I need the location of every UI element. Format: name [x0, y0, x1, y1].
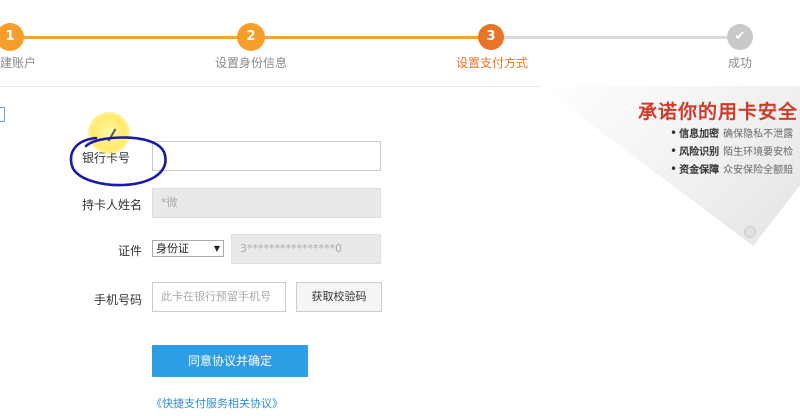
agreement-link[interactable]: 《快捷支付服务相关协议》: [151, 395, 283, 411]
check-icon: ✔: [727, 24, 753, 50]
promo-item: • 信息加密 确保隐私不泄露: [670, 125, 793, 140]
side-tab-marker[interactable]: [0, 107, 5, 122]
cardholder-name-label: 持卡人姓名: [81, 198, 142, 212]
promo-item-text: 确保隐私不泄露: [723, 129, 794, 140]
phone-input[interactable]: 此卡在银行预留手机号: [152, 282, 286, 312]
id-type-value: 身份证: [156, 242, 189, 255]
get-code-button[interactable]: 获取校验码: [296, 282, 382, 312]
cursor-highlight: [88, 112, 130, 154]
promo-item: • 风险识别 陌生环境要安检: [670, 143, 793, 158]
card-number-input[interactable]: [152, 141, 381, 171]
promo-item: • 资金保障 众安保险全额赔: [670, 161, 793, 176]
step-2-label: 设置身份信息: [215, 56, 288, 70]
step-1-label: 建账户: [0, 56, 37, 70]
step-4-label: 成功: [728, 56, 753, 70]
promo-item-title: 风险识别: [679, 147, 720, 158]
promo-item-text: 众安保险全额赔: [723, 165, 794, 176]
promo-item-title: 信息加密: [679, 129, 720, 140]
submit-button[interactable]: 同意协议并确定: [152, 345, 308, 377]
id-type-select[interactable]: 身份证 ▼: [152, 240, 224, 257]
step-1-marker: 1: [0, 24, 23, 50]
dropdown-arrow-icon: ▼: [213, 244, 220, 253]
phone-label: 手机号码: [93, 293, 142, 307]
step-2-marker: 2: [238, 24, 264, 50]
id-number-field: 3****************0: [231, 234, 381, 264]
step-3-label: 设置支付方式: [456, 56, 529, 70]
promo-scroll-dot: [744, 226, 756, 238]
bullet-icon: •: [670, 162, 678, 176]
step-3-marker: 3: [478, 24, 504, 50]
progress-line-todo: [490, 36, 740, 39]
bullet-icon: •: [670, 126, 678, 140]
promo-title: 承诺你的用卡安全: [638, 101, 799, 123]
progress-steps: 1 建账户 2 设置身份信息 3 设置支付方式 ✔ 成功: [0, 0, 800, 87]
bullet-icon: •: [670, 144, 678, 158]
promo-item-title: 资金保障: [679, 165, 720, 176]
id-label: 证件: [117, 244, 142, 258]
promo-item-text: 陌生环境要安检: [723, 147, 794, 158]
cardholder-name-field: *微: [152, 188, 381, 218]
